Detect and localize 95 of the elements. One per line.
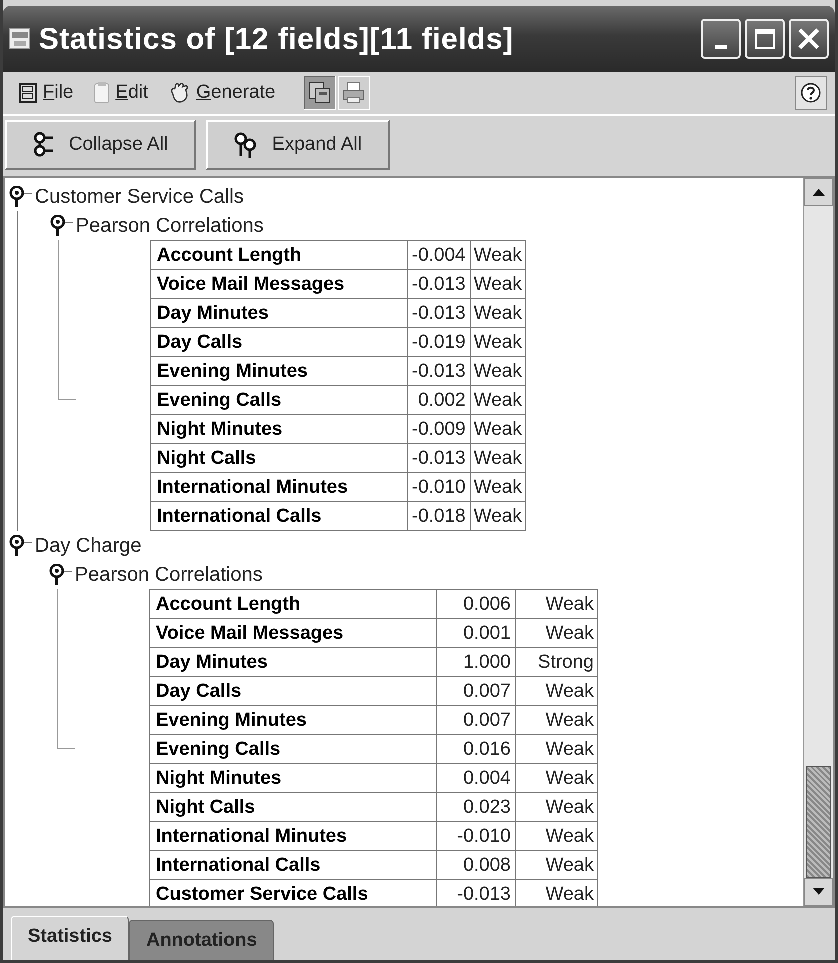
correlation-value-cell: 0.006 [436,590,516,618]
correlation-value-cell: 0.002 [408,386,470,414]
close-button[interactable] [789,19,829,59]
collapse-icon [33,132,55,158]
maximize-icon [753,27,777,51]
field-name-cell: Day Minutes [150,298,408,328]
field-name-cell: Voice Mail Messages [150,618,436,648]
window-title: Statistics of [12 fields][11 fields] [39,22,514,58]
correlation-value-cell: 0.007 [436,676,516,706]
strength-cell: Weak [470,472,526,502]
correlation-value-cell: -0.013 [408,444,470,472]
help-button[interactable] [795,76,827,110]
correlation-value-cell: -0.018 [408,502,470,530]
menu-item[interactable]: File [11,76,82,110]
strength-cell: Weak [516,734,598,764]
strength-cell: Weak [516,792,598,822]
correlation-value-cell: -0.013 [408,270,470,298]
menu-item[interactable]: Edit [86,76,156,110]
field-name-cell: Account Length [150,590,436,618]
strength-cell: Weak [470,328,526,356]
field-name-cell: Evening Calls [150,386,408,414]
strength-cell: Weak [470,240,526,270]
strength-cell: Weak [470,356,526,386]
collapse-all-button[interactable]: Collapse All [5,120,196,170]
cabinet-icon [19,83,37,103]
report-view-button[interactable] [304,76,336,110]
field-name-cell: Day Calls [150,676,436,706]
strength-cell: Weak [516,822,598,850]
tab[interactable]: Statistics [11,916,130,960]
printer-icon [342,81,366,105]
strength-cell: Weak [516,706,598,734]
strength-cell: Weak [470,502,526,530]
field-name-cell: International Minutes [150,472,408,502]
correlation-value-cell: 0.023 [436,792,516,822]
expand-all-button[interactable]: Expand All [206,120,390,170]
correlation-value-cell: 0.016 [436,734,516,764]
correlation-value-cell: -0.009 [408,414,470,444]
correlation-value-cell: 0.001 [436,618,516,648]
help-icon [800,82,822,104]
field-name-cell: Evening Calls [150,734,436,764]
down-arrow-icon [812,888,824,896]
expand-icon [234,132,258,158]
print-button[interactable] [338,76,370,110]
field-name-cell: Account Length [150,240,408,270]
scroll-up-button[interactable] [804,178,833,206]
correlation-value-cell: 1.000 [436,648,516,676]
field-name-cell: Night Minutes [150,764,436,792]
field-name-cell: International Minutes [150,822,436,850]
close-icon [797,27,821,51]
strength-cell: Weak [470,414,526,444]
scroll-down-button[interactable] [804,878,833,906]
up-arrow-icon [812,188,824,196]
strength-cell: Weak [516,590,598,618]
report-icon [308,81,332,105]
strength-cell: Weak [470,444,526,472]
tree-node-label[interactable]: Pearson Correlations [75,560,263,590]
field-name-cell: Night Minutes [150,414,408,444]
field-name-cell: Night Calls [150,444,408,472]
tab[interactable]: Annotations [129,920,274,960]
field-name-cell: Night Calls [150,792,436,822]
tree-node-label[interactable]: Customer Service Calls [35,182,244,212]
field-name-cell: International Calls [150,850,436,880]
strength-cell: Weak [470,270,526,298]
field-name-cell: Evening Minutes [150,706,436,734]
correlation-value-cell: -0.010 [408,472,470,502]
field-name-cell: Day Calls [150,328,408,356]
strength-cell: Weak [516,676,598,706]
maximize-button[interactable] [745,19,785,59]
tree-node-label[interactable]: Pearson Correlations [76,210,264,240]
strength-cell: Weak [470,298,526,328]
strength-cell: Weak [516,850,598,880]
field-name-cell: Evening Minutes [150,356,408,386]
strength-cell: Strong [516,648,598,676]
correlation-value-cell: -0.010 [436,822,516,850]
correlation-value-cell: 0.007 [436,706,516,734]
field-name-cell: Voice Mail Messages [150,270,408,298]
correlation-value-cell: 0.008 [436,850,516,880]
strength-cell: Weak [516,618,598,648]
window-app-icon [9,28,31,50]
field-name-cell: International Calls [150,502,408,530]
menu-item[interactable]: Generate [160,76,284,110]
correlation-value-cell: -0.013 [408,298,470,328]
minimize-icon [715,45,727,49]
correlation-value-cell: -0.019 [408,328,470,356]
minimize-button[interactable] [701,19,741,59]
field-name-cell: Customer Service Calls [150,880,436,906]
clipboard-icon [94,82,110,104]
strength-cell: Weak [516,764,598,792]
scrollbar-thumb[interactable] [806,766,831,878]
field-name-cell: Day Minutes [150,648,436,676]
correlation-value-cell: -0.004 [408,240,470,270]
strength-cell: Weak [470,386,526,414]
tree-node-label[interactable]: Day Charge [35,530,142,560]
correlation-value-cell: -0.013 [408,356,470,386]
correlation-value-cell: 0.004 [436,764,516,792]
